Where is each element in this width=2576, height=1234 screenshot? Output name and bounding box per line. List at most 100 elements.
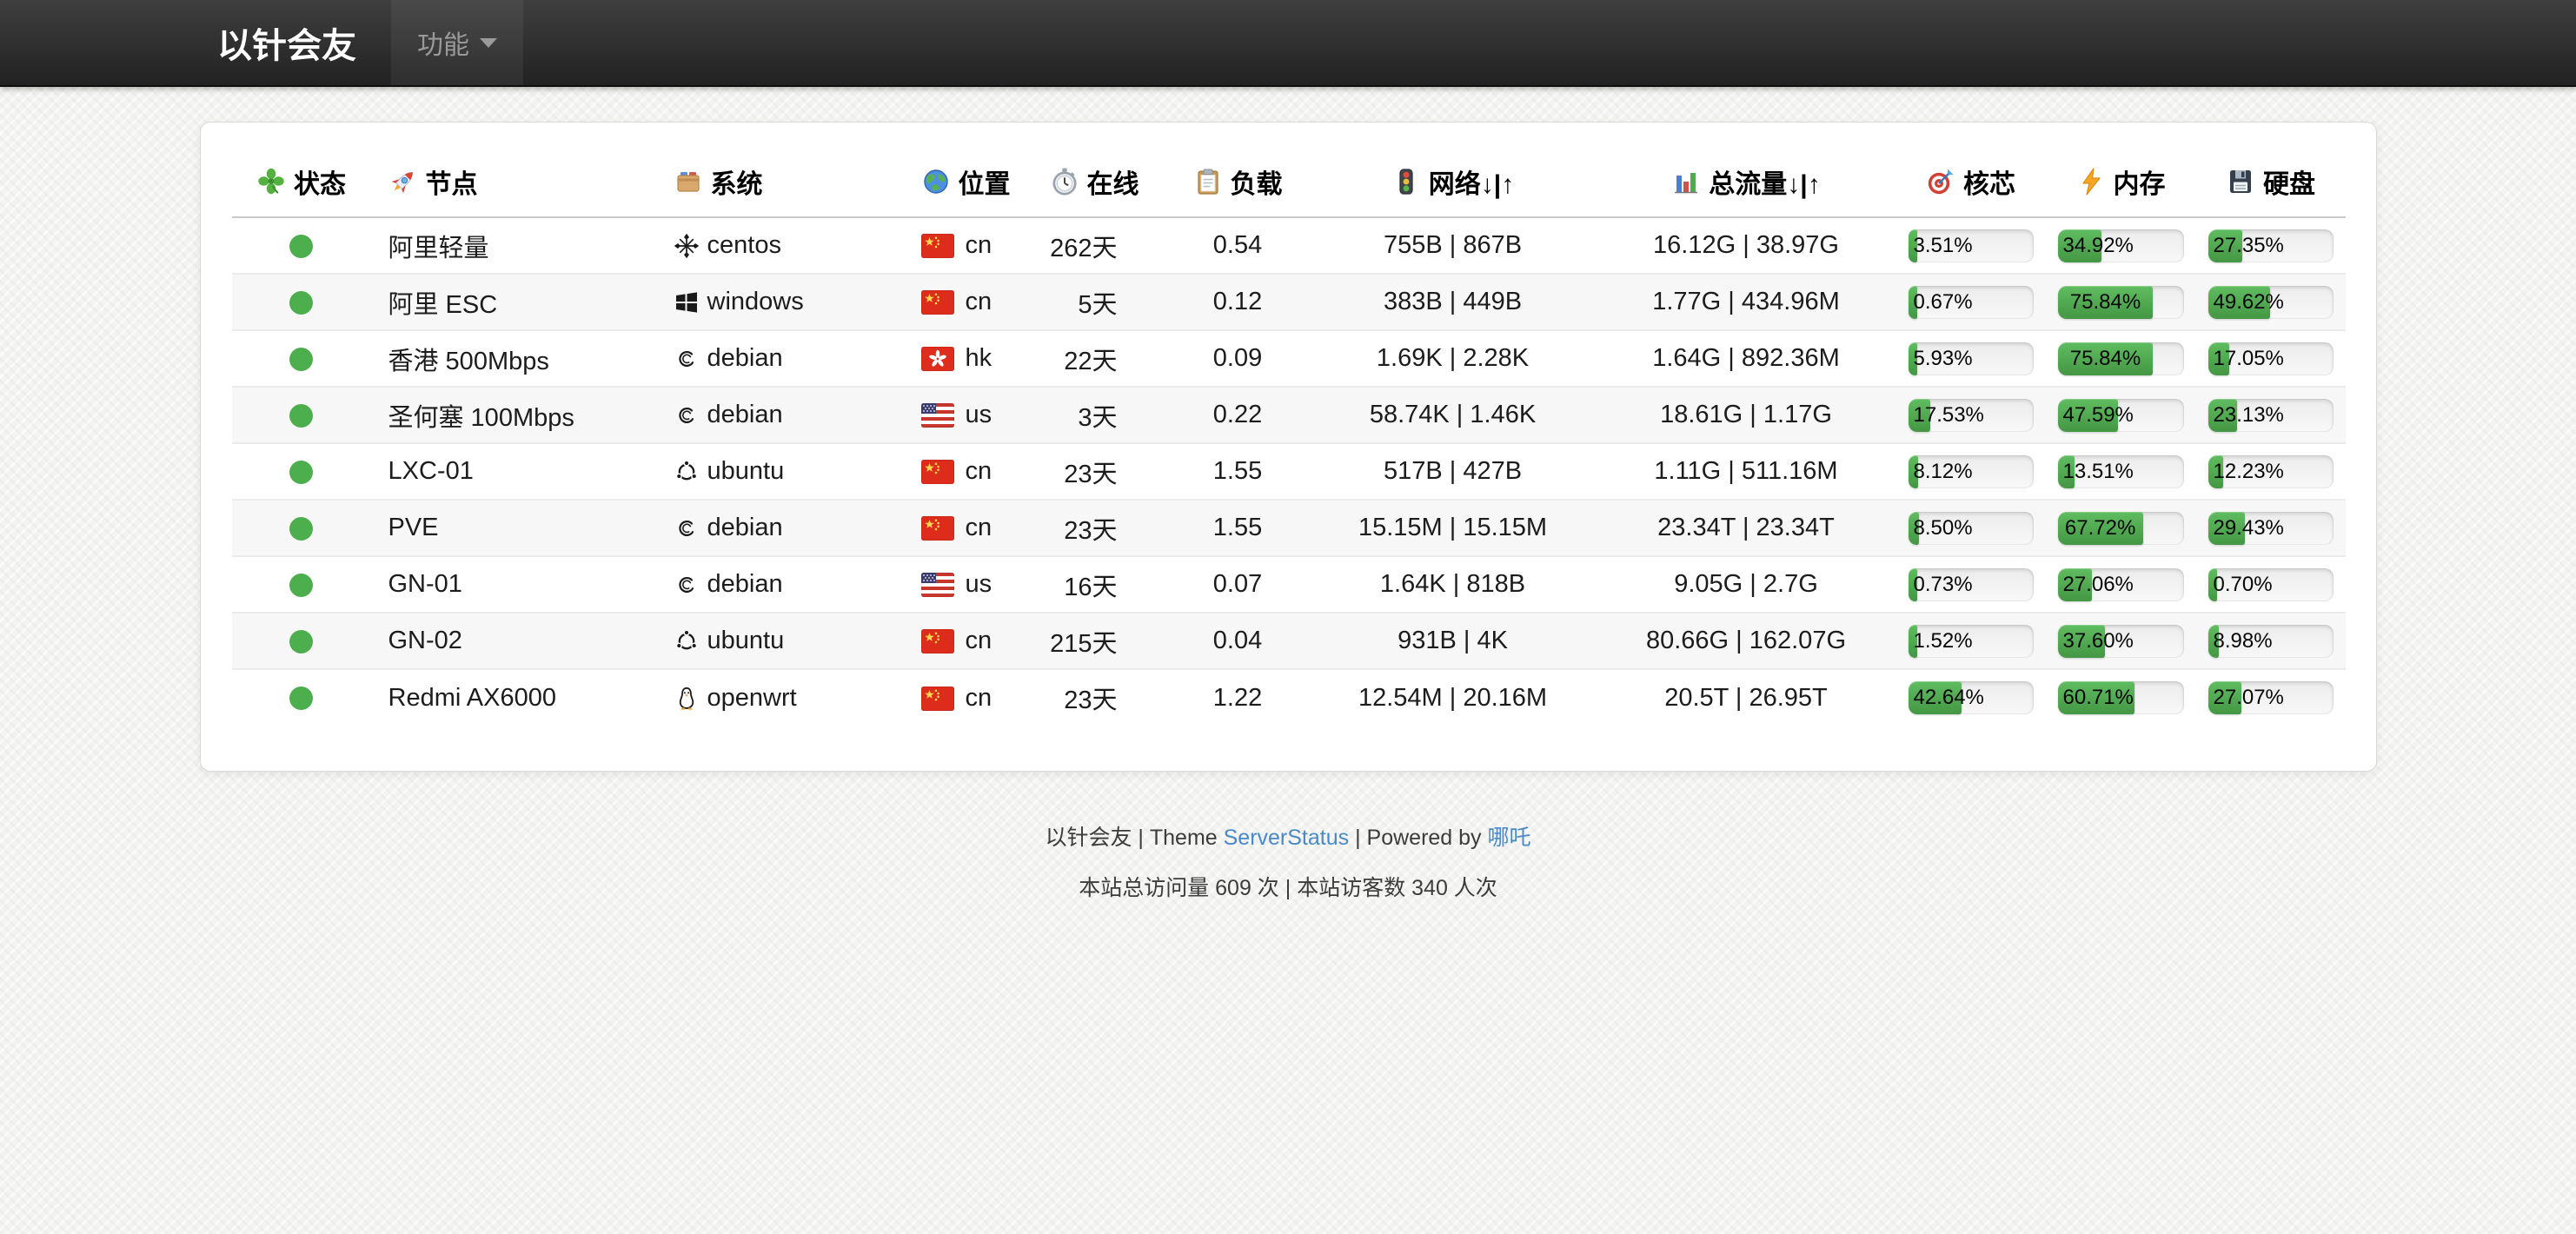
os-name: windows bbox=[707, 288, 804, 315]
cpu-usage-label: 5.93% bbox=[1909, 342, 1978, 375]
ram-usage-bar: 67.72% bbox=[2058, 512, 2184, 545]
location-cell: us bbox=[880, 387, 1023, 443]
ram-cell: 37.60% bbox=[2046, 613, 2196, 669]
bar-chart-icon bbox=[1671, 167, 1701, 196]
status-dot-online bbox=[289, 404, 313, 428]
location-code: cn bbox=[966, 684, 993, 712]
server-table-body: 阿里轻量centoscn262天0.54755B | 867B16.12G | … bbox=[232, 217, 2346, 726]
node-name-cell: 阿里轻量 bbox=[371, 217, 632, 274]
server-row[interactable]: 阿里轻量centoscn262天0.54755B | 867B16.12G | … bbox=[232, 217, 2346, 274]
disk-usage-label: 49.62% bbox=[2208, 286, 2289, 319]
server-row[interactable]: LXC-01ubuntucn23天1.55517B | 427B1.11G | … bbox=[232, 443, 2346, 500]
column-header-os: 系统 bbox=[632, 145, 880, 217]
ram-usage-bar: 37.60% bbox=[2058, 625, 2184, 658]
ram-usage-bar: 27.06% bbox=[2058, 568, 2184, 601]
status-cell bbox=[232, 443, 371, 500]
ram-usage-label: 34.92% bbox=[2058, 229, 2139, 262]
load-cell: 0.07 bbox=[1166, 556, 1310, 613]
server-row[interactable]: GN-01debianus16天0.071.64K | 818B9.05G | … bbox=[232, 556, 2346, 613]
windows-icon bbox=[674, 289, 700, 315]
server-row[interactable]: 圣何塞 100Mbpsdebianus3天0.2258.74K | 1.46K1… bbox=[232, 387, 2346, 443]
debian-icon bbox=[674, 402, 700, 428]
disk-usage-label: 27.35% bbox=[2208, 229, 2289, 262]
disk-usage-label: 17.05% bbox=[2208, 342, 2289, 375]
network-cell: 383B | 449B bbox=[1310, 274, 1597, 330]
node-name-cell: GN-01 bbox=[371, 556, 632, 613]
load-cell: 1.55 bbox=[1166, 500, 1310, 556]
network-cell: 12.54M | 20.16M bbox=[1310, 669, 1597, 726]
uptime-cell: 23天 bbox=[1023, 500, 1166, 556]
status-cell bbox=[232, 274, 371, 330]
load-cell: 0.22 bbox=[1166, 387, 1310, 443]
disk-usage-bar: 27.07% bbox=[2208, 681, 2334, 714]
load-cell: 0.09 bbox=[1166, 330, 1310, 387]
disk-usage-bar: 17.05% bbox=[2208, 342, 2334, 375]
traffic-cell: 9.05G | 2.7G bbox=[1597, 556, 1896, 613]
server-row[interactable]: PVEdebiancn23天1.5515.15M | 15.15M23.34T … bbox=[232, 500, 2346, 556]
ubuntu-icon bbox=[674, 459, 700, 485]
cpu-usage-bar: 0.73% bbox=[1909, 568, 2034, 601]
traffic-cell: 1.11G | 511.16M bbox=[1597, 443, 1896, 500]
ram-cell: 34.92% bbox=[2046, 217, 2196, 274]
ram-usage-bar: 34.92% bbox=[2058, 229, 2184, 262]
ram-cell: 13.51% bbox=[2046, 443, 2196, 500]
column-header-load: 负载 bbox=[1166, 145, 1310, 217]
status-cell bbox=[232, 613, 371, 669]
powered-by-link[interactable]: 哪吒 bbox=[1488, 826, 1531, 850]
caret-down-icon bbox=[480, 38, 497, 48]
os-name: debian bbox=[707, 514, 783, 541]
location-cell: us bbox=[880, 556, 1023, 613]
column-header-uptime: 在线 bbox=[1023, 145, 1166, 217]
ram-usage-bar: 60.71% bbox=[2058, 681, 2184, 714]
load-cell: 0.54 bbox=[1166, 217, 1310, 274]
location-cell: cn bbox=[880, 217, 1023, 274]
card-box-icon bbox=[674, 167, 703, 196]
os-cell: debian bbox=[632, 387, 880, 443]
column-header-label: 在线 bbox=[1087, 170, 1139, 199]
cpu-cell: 0.73% bbox=[1896, 556, 2046, 613]
ram-cell: 75.84% bbox=[2046, 330, 2196, 387]
column-header-cpu: 核芯 bbox=[1896, 145, 2046, 217]
network-cell: 1.69K | 2.28K bbox=[1310, 330, 1597, 387]
ram-usage-label: 13.51% bbox=[2058, 455, 2139, 488]
footer-site-name: 以针会友 bbox=[1045, 826, 1132, 850]
server-row[interactable]: GN-02ubuntucn215天0.04931B | 4K80.66G | 1… bbox=[232, 613, 2346, 669]
location-code: us bbox=[966, 401, 993, 428]
theme-link[interactable]: ServerStatus bbox=[1224, 826, 1350, 850]
menu-dropdown[interactable]: 功能 bbox=[391, 0, 523, 85]
cn-flag-icon bbox=[921, 687, 954, 711]
status-cell bbox=[232, 387, 371, 443]
ubuntu-icon bbox=[674, 628, 700, 654]
column-header-location: 位置 bbox=[880, 145, 1023, 217]
disk-usage-label: 23.13% bbox=[2208, 399, 2289, 432]
network-cell: 517B | 427B bbox=[1310, 443, 1597, 500]
cpu-cell: 0.67% bbox=[1896, 274, 2046, 330]
node-name-cell: 圣何塞 100Mbps bbox=[371, 387, 632, 443]
uptime-cell: 262天 bbox=[1023, 217, 1166, 274]
load-cell: 0.04 bbox=[1166, 613, 1310, 669]
ram-usage-label: 47.59% bbox=[2058, 399, 2139, 432]
cpu-usage-label: 42.64% bbox=[1909, 681, 1989, 714]
location-code: cn bbox=[966, 627, 993, 654]
traffic-cell: 1.64G | 892.36M bbox=[1597, 330, 1896, 387]
ram-cell: 60.71% bbox=[2046, 669, 2196, 726]
os-name: ubuntu bbox=[707, 627, 785, 654]
rocket-icon bbox=[388, 167, 418, 196]
cpu-usage-bar: 3.51% bbox=[1909, 229, 2034, 262]
column-header-ram: 内存 bbox=[2046, 145, 2196, 217]
cpu-cell: 8.50% bbox=[1896, 500, 2046, 556]
server-row[interactable]: 阿里 ESCwindowscn5天0.12383B | 449B1.77G | … bbox=[232, 274, 2346, 330]
cpu-cell: 8.12% bbox=[1896, 443, 2046, 500]
floppy-icon bbox=[2226, 167, 2255, 196]
debian-icon bbox=[674, 572, 700, 598]
status-dot-online bbox=[289, 348, 313, 371]
uptime-cell: 22天 bbox=[1023, 330, 1166, 387]
server-row[interactable]: Redmi AX6000openwrtcn23天1.2212.54M | 20.… bbox=[232, 669, 2346, 726]
location-cell: cn bbox=[880, 274, 1023, 330]
network-cell: 1.64K | 818B bbox=[1310, 556, 1597, 613]
debian-icon bbox=[674, 346, 700, 372]
cpu-usage-bar: 1.52% bbox=[1909, 625, 2034, 658]
server-row[interactable]: 香港 500Mbpsdebianhk22天0.091.69K | 2.28K1.… bbox=[232, 330, 2346, 387]
disk-cell: 27.35% bbox=[2196, 217, 2346, 274]
brand-title[interactable]: 以针会友 bbox=[217, 0, 356, 85]
